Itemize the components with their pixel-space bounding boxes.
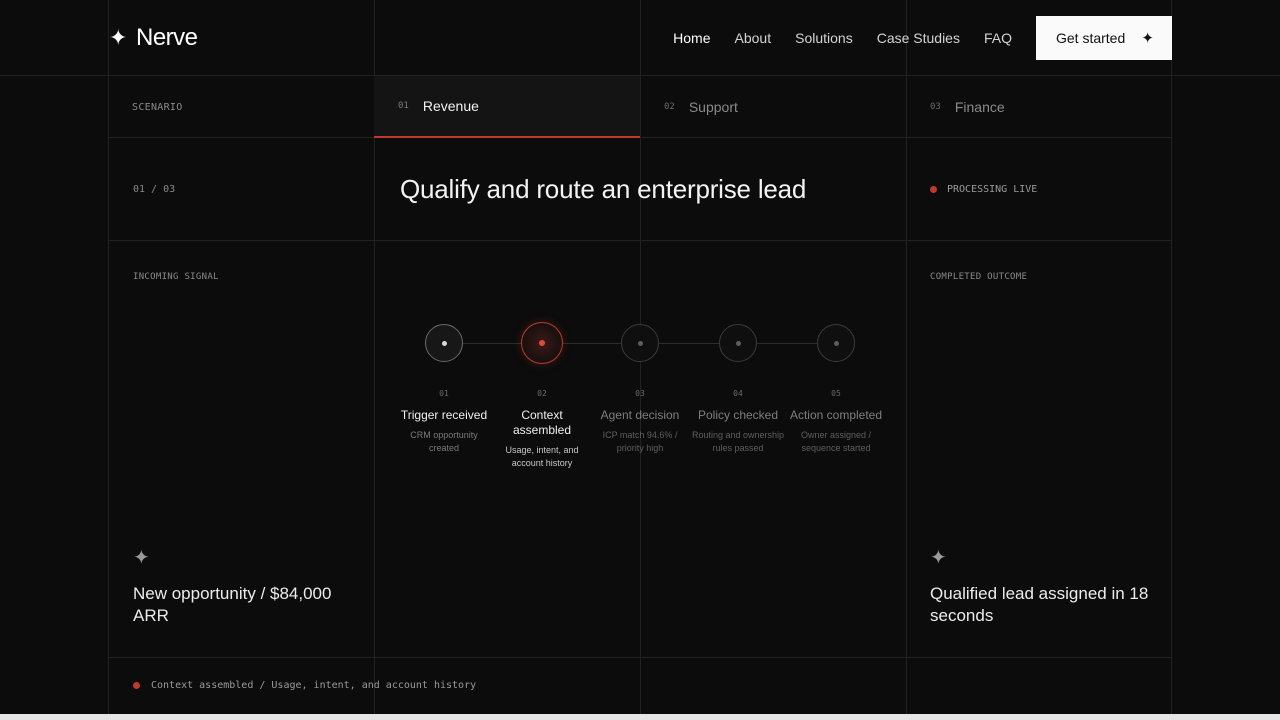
step-number: 04 bbox=[733, 389, 743, 398]
nav-case-studies[interactable]: Case Studies bbox=[877, 30, 960, 46]
grid-line bbox=[108, 240, 1172, 241]
brand-name: Nerve bbox=[136, 24, 198, 51]
footer-status: Context assembled / Usage, intent, and a… bbox=[133, 680, 476, 691]
main-nav: Home About Solutions Case Studies FAQ Ge… bbox=[673, 16, 1172, 60]
step-title: Action completed bbox=[789, 408, 883, 422]
step-node-1[interactable] bbox=[425, 324, 463, 362]
nav-home[interactable]: Home bbox=[673, 30, 710, 46]
tab-finance[interactable]: 03 Finance bbox=[906, 76, 1172, 138]
incoming-signal-text: New opportunity / $84,000 ARR bbox=[133, 584, 332, 625]
tab-number: 03 bbox=[930, 102, 941, 112]
step-title: Trigger received bbox=[400, 408, 488, 422]
step-number: 01 bbox=[439, 389, 449, 398]
step-2: 02 Context assembled Usage, intent, and … bbox=[494, 389, 590, 470]
sparkle-icon: ✦ bbox=[133, 547, 150, 569]
incoming-signal-label: INCOMING SIGNAL bbox=[133, 272, 219, 282]
completed-outcome-label: COMPLETED OUTCOME bbox=[930, 272, 1028, 282]
nav-solutions[interactable]: Solutions bbox=[795, 30, 853, 46]
status-dot-icon bbox=[133, 682, 140, 689]
step-description: Owner assigned / sequence started bbox=[800, 430, 872, 453]
tab-label: Support bbox=[688, 99, 738, 115]
scenario-tabs: SCENARIO 01 Revenue 02 Support 03 Financ… bbox=[108, 76, 1172, 138]
step-title: Policy checked bbox=[697, 408, 779, 422]
node-dot-icon bbox=[637, 340, 643, 346]
step-node-5[interactable] bbox=[817, 324, 855, 362]
nav-about[interactable]: About bbox=[735, 30, 772, 46]
tab-number: 02 bbox=[664, 102, 675, 112]
live-dot-icon bbox=[930, 186, 937, 193]
sparkle-icon: ✦ bbox=[930, 547, 947, 569]
step-title: Agent decision bbox=[600, 408, 680, 422]
node-dot-icon bbox=[539, 340, 545, 346]
live-status-label: PROCESSING LIVE bbox=[947, 184, 1038, 195]
step-description: Usage, intent, and account history bbox=[505, 445, 579, 468]
tab-revenue[interactable]: 01 Revenue bbox=[374, 76, 640, 138]
live-status: PROCESSING LIVE bbox=[930, 184, 1037, 195]
scenario-counter: 01 / 03 bbox=[133, 184, 176, 195]
nav-faq[interactable]: FAQ bbox=[984, 30, 1012, 46]
get-started-label: Get started bbox=[1056, 30, 1126, 46]
step-number: 02 bbox=[537, 389, 547, 398]
bottom-strip bbox=[0, 714, 1280, 720]
step-number: 03 bbox=[635, 389, 645, 398]
step-1: 01 Trigger received CRM opportunity crea… bbox=[396, 389, 492, 455]
footer-status-text: Context assembled / Usage, intent, and a… bbox=[151, 680, 477, 691]
step-description: ICP match 94.6% / priority high bbox=[602, 430, 678, 453]
step-node-3[interactable] bbox=[621, 324, 659, 362]
get-started-button[interactable]: Get started ✦ bbox=[1036, 16, 1172, 60]
tab-label: Revenue bbox=[422, 98, 479, 114]
sparkle-icon: ✦ bbox=[1141, 30, 1154, 47]
grid-line bbox=[108, 657, 1172, 658]
completed-outcome-text: Qualified lead assigned in 18 seconds bbox=[930, 584, 1149, 625]
step-number: 05 bbox=[831, 389, 841, 398]
step-5: 05 Action completed Owner assigned / seq… bbox=[788, 389, 884, 455]
scenario-title: Qualify and route an enterprise lead bbox=[400, 174, 807, 204]
site-header: ✦ Nerve Home About Solutions Case Studie… bbox=[108, 0, 1172, 76]
scenario-label-cell: SCENARIO bbox=[108, 76, 374, 138]
node-dot-icon bbox=[833, 340, 839, 346]
step-description: CRM opportunity created bbox=[410, 430, 478, 453]
step-4: 04 Policy checked Routing and ownership … bbox=[690, 389, 786, 455]
tab-number: 01 bbox=[398, 101, 409, 111]
step-node-4[interactable] bbox=[719, 324, 757, 362]
sparkle-icon: ✦ bbox=[109, 25, 127, 50]
step-description: Routing and ownership rules passed bbox=[691, 430, 785, 453]
scenario-label: SCENARIO bbox=[132, 101, 183, 113]
node-dot-icon bbox=[735, 340, 741, 346]
step-node-2[interactable] bbox=[521, 322, 563, 364]
node-dot-icon bbox=[441, 340, 447, 346]
step-3: 03 Agent decision ICP match 94.6% / prio… bbox=[592, 389, 688, 455]
step-title: Context assembled bbox=[512, 408, 572, 437]
tab-support[interactable]: 02 Support bbox=[640, 76, 906, 138]
tab-label: Finance bbox=[954, 99, 1005, 115]
logo[interactable]: ✦ Nerve bbox=[108, 24, 198, 52]
